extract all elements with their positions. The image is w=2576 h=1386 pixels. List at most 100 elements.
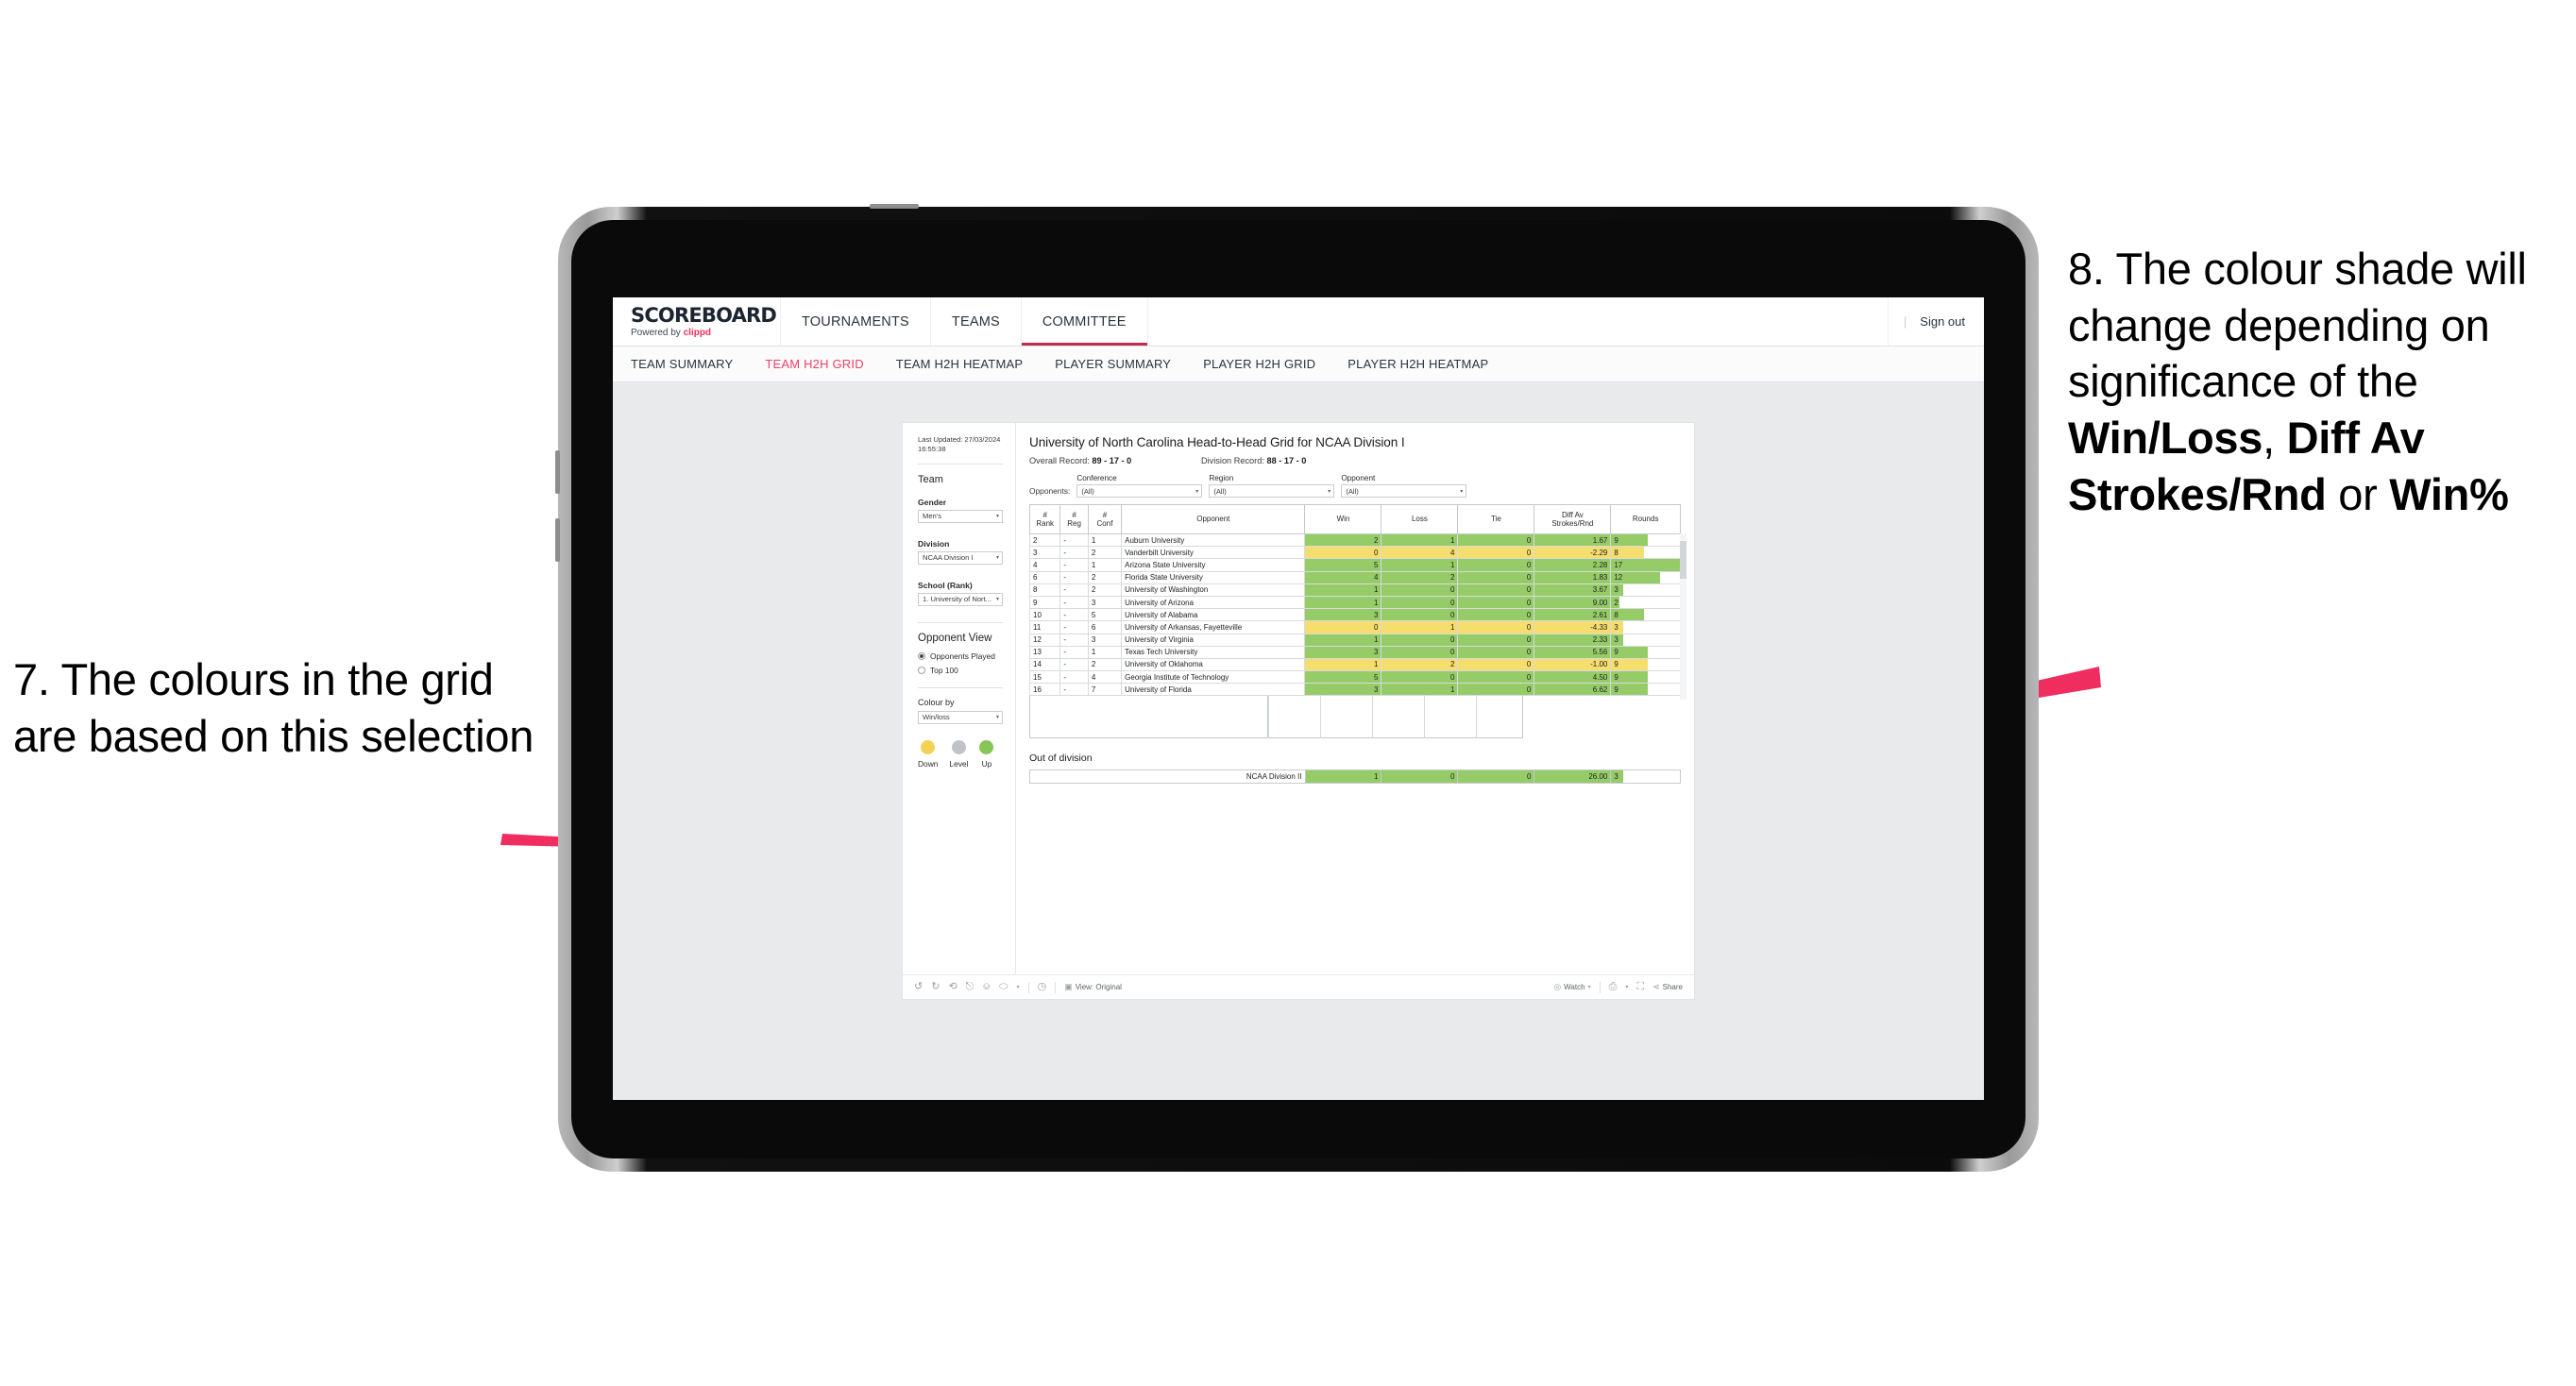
- table-row[interactable]: 10-5 University of Alabama 3 0 0 2.61 8: [1028, 608, 1681, 622]
- view-original-button[interactable]: ▣ View: Original: [1064, 983, 1122, 992]
- table-row[interactable]: 13-1 Texas Tech University 3 0 0 5.56 9: [1028, 646, 1681, 659]
- table-row[interactable]: 14-2 University of Oklahoma 1 2 0 -1.00 9: [1028, 658, 1681, 672]
- table-row[interactable]: 6-2 Florida State University 4 2 0 1.83 12: [1028, 571, 1681, 584]
- table-row[interactable]: 9-3 University of Arizona 1 0 0 9.00 2: [1028, 596, 1681, 610]
- dashboard-card: Last Updated: 27/03/2024 16:55:38 Team G…: [903, 423, 1694, 999]
- nav-tab-tournaments[interactable]: TOURNAMENTS: [781, 297, 931, 346]
- col-diff-av-strokes[interactable]: Diff Av Strokes/Rnd: [1534, 504, 1612, 534]
- conference-value: (All): [1081, 486, 1094, 496]
- col-opponent[interactable]: Opponent: [1121, 504, 1306, 534]
- gender-select[interactable]: Men's ▾: [918, 509, 1003, 523]
- col-rounds[interactable]: Rounds: [1610, 504, 1681, 534]
- chevron-down-icon: ▾: [1328, 488, 1331, 495]
- cell-conf: 3: [1087, 634, 1123, 647]
- radio-top-100[interactable]: Top 100: [918, 666, 1003, 675]
- table-row[interactable]: 12-3 University of Virginia 1 0 0 2.33 3: [1028, 634, 1681, 647]
- chevron-down-icon[interactable]: ▾: [1017, 985, 1020, 990]
- table-row[interactable]: 4-1 Arizona State University 5 1 0 2.28 17: [1028, 558, 1681, 572]
- fullscreen-icon[interactable]: ⛶: [1636, 982, 1644, 992]
- radio-opponents-played[interactable]: Opponents Played: [918, 651, 1003, 661]
- cell-conf: 4: [1087, 670, 1123, 685]
- school-label: School (Rank): [918, 580, 973, 590]
- school-value: 1. University of Nort...: [923, 595, 992, 603]
- tablet-screen: SCOREBOARD Powered by clippd TOURNAMENTS…: [613, 297, 1984, 1100]
- table-row[interactable]: 2-1 Auburn University 2 1 0 1.67 9: [1028, 533, 1681, 548]
- cell-reg: -: [1059, 620, 1089, 634]
- brand-logo[interactable]: SCOREBOARD Powered by clippd: [613, 297, 781, 346]
- cell-loss: 1: [1381, 558, 1459, 572]
- subtab-player-h2h-heatmap[interactable]: PLAYER H2H HEATMAP: [1347, 357, 1488, 371]
- region-select[interactable]: (All) ▾: [1209, 484, 1335, 498]
- share-button[interactable]: ⋖ Share: [1652, 983, 1683, 992]
- table-row[interactable]: 16-7 University of Florida 3 1 0 6.62 9: [1028, 683, 1681, 697]
- empty-cell: [1320, 696, 1372, 739]
- opponents-label: Opponents:: [1029, 486, 1071, 496]
- download-icon[interactable]: ⎙: [1609, 982, 1618, 992]
- volume-button-up: [555, 450, 560, 494]
- cell-conf: 2: [1087, 583, 1123, 597]
- rounds-value: 8: [1614, 548, 1618, 557]
- chevron-down-icon[interactable]: ▾: [1625, 985, 1628, 990]
- col-diff-l2: Strokes/Rnd: [1551, 519, 1594, 528]
- colour-by-select[interactable]: Win/loss ▾: [918, 710, 1003, 724]
- division-label: Division: [918, 538, 950, 549]
- cell-loss: 0: [1381, 583, 1459, 597]
- divider: [918, 621, 1003, 623]
- subtab-team-h2h-grid[interactable]: TEAM H2H GRID: [765, 357, 863, 371]
- school-select[interactable]: 1. University of Nort... ▾: [918, 592, 1003, 606]
- subtab-team-h2h-heatmap[interactable]: TEAM H2H HEATMAP: [896, 357, 1023, 371]
- col-loss[interactable]: Loss: [1381, 504, 1459, 534]
- nav-tab-committee[interactable]: COMMITTEE: [1021, 297, 1148, 346]
- col-rank[interactable]: # Rank: [1028, 504, 1061, 534]
- col-conf[interactable]: # Conf: [1087, 504, 1123, 534]
- annotation-left: 7. The colours in the grid are based on …: [13, 654, 534, 761]
- pan-icon[interactable]: ⬭: [999, 982, 1008, 992]
- watch-button[interactable]: ◎ Watch ▾: [1553, 982, 1590, 992]
- rounds-value: 9: [1614, 660, 1618, 669]
- cell-opponent: Auburn University: [1121, 533, 1306, 548]
- col-reg[interactable]: # Reg: [1059, 504, 1089, 534]
- table-row[interactable]: 11-6 University of Arkansas, Fayetteville…: [1028, 620, 1681, 634]
- out-of-division-row[interactable]: NCAA Division II 1 0 0 26.00 3: [1029, 769, 1681, 785]
- main-content-panel: University of North Carolina Head-to-Hea…: [1016, 423, 1694, 974]
- undo-icon[interactable]: ↺: [914, 982, 923, 992]
- subtab-team-summary[interactable]: TEAM SUMMARY: [631, 357, 733, 371]
- sign-out-link[interactable]: Sign out: [1920, 314, 1965, 329]
- pause-icon[interactable]: ⎉: [982, 982, 991, 992]
- sign-out-area[interactable]: | Sign out: [1889, 297, 1984, 346]
- speedometer-icon[interactable]: ◷: [1038, 982, 1047, 992]
- opponent-filters: Opponents: Conference (All) ▾ Region (Al…: [1029, 474, 1681, 498]
- empty-cell: [1372, 696, 1424, 739]
- table-row[interactable]: 15-4 Georgia Institute of Technology 5 0 0 4.…: [1028, 670, 1681, 685]
- subtab-player-summary[interactable]: PLAYER SUMMARY: [1055, 357, 1171, 371]
- cell-conf: 1: [1087, 558, 1123, 572]
- division-select[interactable]: NCAA Division I ▾: [918, 550, 1003, 565]
- scrollbar-thumb[interactable]: [1680, 541, 1686, 579]
- opponent-select[interactable]: (All) ▾: [1341, 484, 1467, 498]
- conference-select[interactable]: (All) ▾: [1076, 484, 1203, 498]
- cell-rank: 2: [1028, 533, 1061, 548]
- annotation-sep2: or: [2326, 468, 2390, 519]
- cell-win: 1: [1304, 583, 1382, 597]
- cell-diff: 9.00: [1534, 596, 1612, 610]
- cell-opponent: University of Virginia: [1121, 634, 1306, 647]
- table-row[interactable]: 8-2 University of Washington 1 0 0 3.67 3: [1028, 583, 1681, 597]
- vertical-scrollbar[interactable]: [1680, 533, 1686, 700]
- col-win[interactable]: Win: [1304, 504, 1382, 534]
- revert-icon[interactable]: ⟲: [948, 982, 957, 992]
- refresh-icon[interactable]: ⎋: [966, 982, 974, 992]
- h2h-grid-table: # Rank # Reg # Conf Opponent Win Loss Tie: [1028, 504, 1681, 697]
- legend-label-level: Level: [949, 758, 969, 769]
- col-tie[interactable]: Tie: [1457, 504, 1535, 534]
- division-record-value: 88 - 17 - 0: [1266, 456, 1307, 465]
- visualization-area: Last Updated: 27/03/2024 16:55:38 Team G…: [613, 382, 1984, 1100]
- watch-icon: ◎: [1553, 982, 1562, 991]
- cell-tie: 0: [1457, 546, 1535, 560]
- annotation-sep1: ,: [2262, 413, 2287, 464]
- subtab-player-h2h-grid[interactable]: PLAYER H2H GRID: [1203, 357, 1315, 371]
- redo-icon[interactable]: ↻: [931, 982, 940, 992]
- table-row[interactable]: 3-2 Vanderbilt University 0 4 0 -2.29 8: [1028, 546, 1681, 560]
- cell-reg: -: [1059, 658, 1089, 672]
- nav-tab-teams[interactable]: TEAMS: [931, 297, 1022, 346]
- legend-label-down: Down: [918, 758, 939, 769]
